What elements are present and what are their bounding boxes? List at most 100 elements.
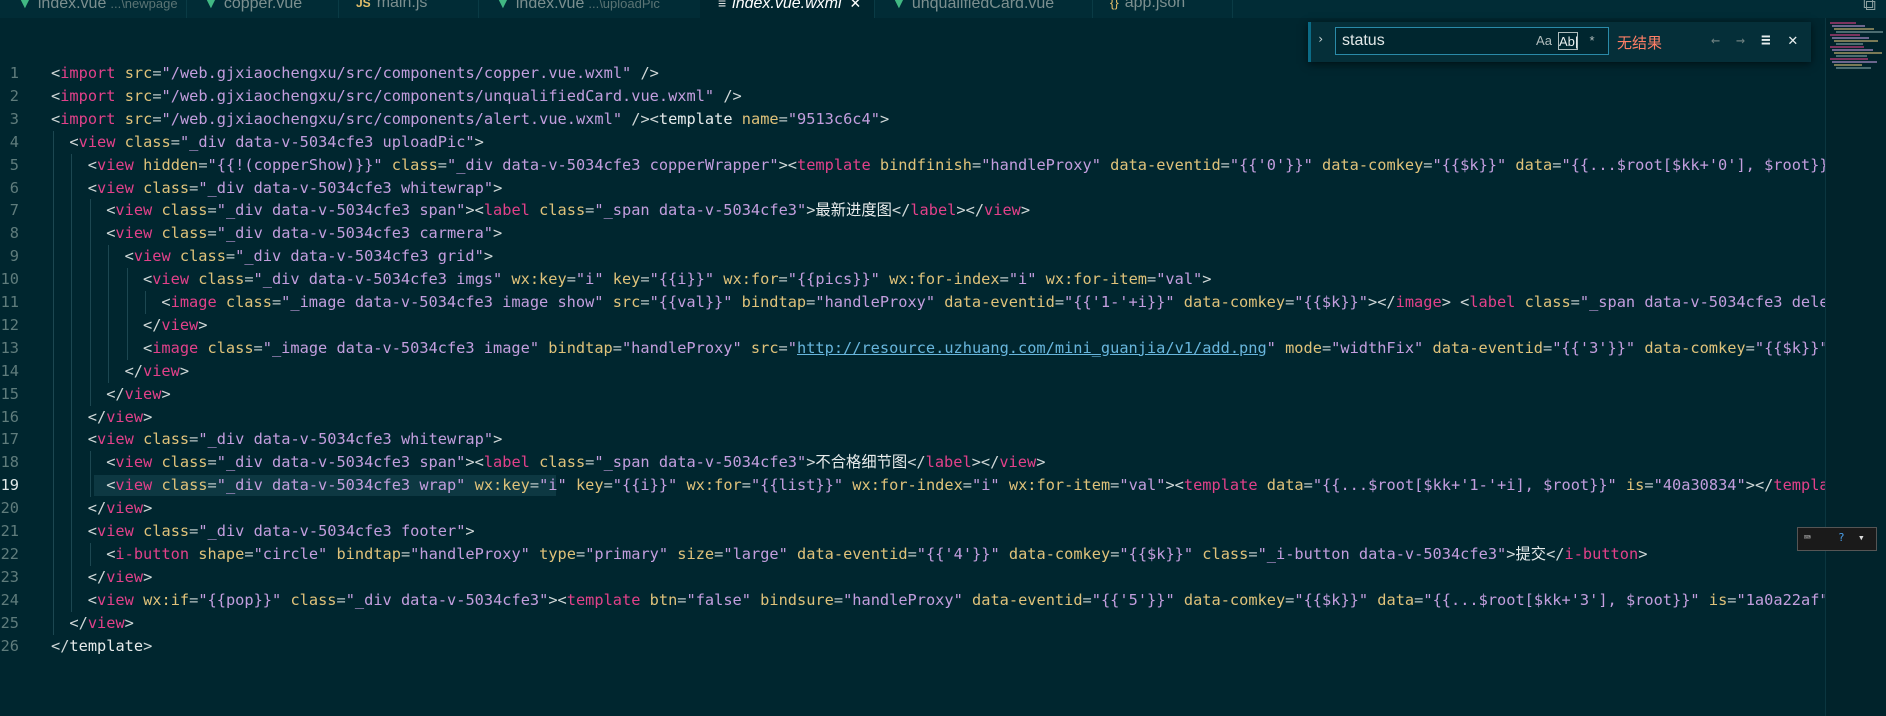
code-line[interactable]: 21 <view class="_div data-v-5034cfe3 foot… <box>0 520 1825 543</box>
code-token: data-eventid <box>962 590 1083 609</box>
code-text: <view class="_div data-v-5034cfe3 carmer… <box>106 222 502 245</box>
code-token: = <box>400 544 411 563</box>
indent-guide <box>71 565 73 589</box>
minimap[interactable] <box>1825 18 1886 716</box>
code-token: data-eventid <box>1423 338 1544 357</box>
code-token: i-button <box>1564 544 1639 563</box>
code-token: class <box>152 476 208 495</box>
code-token: = <box>271 293 282 311</box>
code-line[interactable]: 16 </view> <box>0 405 1825 429</box>
tab-0[interactable]: ▼ index.vue ...\newpage <box>0 0 187 18</box>
code-token: class <box>198 338 254 357</box>
code-token: "_div data-v-5034cfe3 span" <box>216 453 466 472</box>
code-token: = <box>1146 270 1157 289</box>
code-line[interactable]: 24 <view wx:if="{{pop}}" class="_div data… <box>0 588 1825 612</box>
code-line[interactable]: 20 </view> <box>0 497 1825 521</box>
code-line[interactable]: 8 <view class="_div data-v-5034cfe3 carme… <box>0 222 1825 246</box>
code-line[interactable]: 25 </view> <box>0 611 1825 635</box>
tab-4[interactable]: ≡ index.vue.wxml ✕ <box>700 0 875 18</box>
code-text: <view class="_div data-v-5034cfe3 footer… <box>88 520 475 543</box>
menu-arrow-icon[interactable]: ▾ <box>1858 531 1865 544</box>
code-token: = <box>198 155 208 174</box>
minimap-line <box>1832 25 1865 27</box>
code-line[interactable]: 18 <view class="_div data-v-5034cfe3 span… <box>0 451 1825 475</box>
code-token: template <box>796 155 871 174</box>
tab-6[interactable]: {} app.json <box>1092 0 1233 18</box>
code-token: = <box>677 590 687 609</box>
code-line[interactable]: 14 </view> <box>0 359 1825 383</box>
code-token: "/web.gjxiaochengxu/src/components/alert… <box>161 109 623 128</box>
line-number: 16 <box>0 407 19 426</box>
code-line[interactable]: 1 <import src="/web.gjxiaochengxu/src/com… <box>0 62 1825 85</box>
floating-ime-toolbar[interactable]: ⌨ ? ▾ <box>1797 527 1877 551</box>
tab-5[interactable]: ▼ unqualifiedCard.vue <box>874 0 1093 18</box>
code-line[interactable]: 26 </template> <box>0 635 1825 658</box>
code-token: view <box>106 407 144 426</box>
code-text: <import src="/web.gjxiaochengxu/src/comp… <box>51 62 659 85</box>
code-line[interactable]: 3 <import src="/web.gjxiaochengxu/src/com… <box>0 108 1825 131</box>
code-line[interactable]: 15 </view> <box>0 382 1825 406</box>
line-number: 17 <box>0 430 19 449</box>
code-token: = <box>207 201 217 220</box>
next-match-icon[interactable]: → <box>1736 31 1745 49</box>
indent-guide <box>53 359 54 383</box>
code-token[interactable]: http://resource.uzhuang.com/mini_guanjia… <box>797 339 1267 357</box>
code-token: class <box>281 590 337 609</box>
regex-toggle[interactable]: * <box>1582 32 1602 50</box>
find-in-selection-icon[interactable]: ≡ <box>1761 30 1771 49</box>
code-token: = <box>1727 590 1737 609</box>
toggle-replace-icon[interactable]: › <box>1317 32 1324 46</box>
indent-guide <box>53 451 54 475</box>
close-tab-icon[interactable]: ✕ <box>850 0 862 11</box>
code-token: "_div data-v-5034cfe3 carmera" <box>216 224 494 243</box>
code-line[interactable]: 13 <image class="_image data-v-5034cfe3 i… <box>0 336 1825 360</box>
code-token: "{{pop}}" <box>198 590 282 609</box>
code-line[interactable]: 22 <i-button shape="circle" bindtap="hand… <box>0 542 1825 566</box>
code-line[interactable]: 11 <image class="_image data-v-5034cfe3 i… <box>0 291 1825 314</box>
tab-label: index.vue.wxml <box>732 0 842 12</box>
code-token: "i" <box>972 476 1000 495</box>
match-case-toggle[interactable]: Aa <box>1534 32 1554 50</box>
code-token: </ <box>891 201 911 220</box>
code-line[interactable]: 10 <view class="_div data-v-5034cfe3 imgs… <box>0 268 1825 292</box>
code-token: = <box>152 109 162 128</box>
tab-1[interactable]: ▼ copper.vue <box>186 0 339 18</box>
indent-guide <box>71 176 73 200</box>
code-token: < <box>87 155 98 174</box>
whole-word-toggle[interactable]: Ab| <box>1558 32 1578 50</box>
code-token: class <box>152 201 208 220</box>
code-token: import <box>60 64 116 82</box>
previous-match-icon[interactable]: ← <box>1711 31 1720 49</box>
code-token: data-comkey <box>1635 338 1746 357</box>
close-find-icon[interactable]: ✕ <box>1788 30 1798 49</box>
code-line[interactable]: 9 <view class="_div data-v-5034cfe3 grid"… <box>0 245 1825 269</box>
code-line[interactable]: 19 <view class="_div data-v-5034cfe3 wrap… <box>0 474 1825 498</box>
code-line[interactable]: 7 <view class="_div data-v-5034cfe3 span"… <box>0 199 1825 223</box>
code-line[interactable]: 2 <import src="/web.gjxiaochengxu/src/com… <box>0 85 1825 108</box>
indent-guide <box>53 153 54 177</box>
code-token: "_span data-v-5034cfe3" <box>594 201 807 220</box>
code-line[interactable]: 23 </view> <box>0 565 1825 589</box>
keyboard-icon[interactable]: ⌨ <box>1804 531 1811 544</box>
code-line[interactable]: 17 <view class="_div data-v-5034cfe3 whit… <box>0 428 1825 452</box>
help-icon[interactable]: ? <box>1838 531 1845 544</box>
code-token: "circle" <box>253 544 328 563</box>
code-line[interactable]: 4 <view class="_div data-v-5034cfe3 uploa… <box>0 130 1825 154</box>
code-line[interactable]: 12 </view> <box>0 313 1825 337</box>
code-token: view <box>984 201 1021 220</box>
code-token: "_div data-v-5034cfe3 whitewrap" <box>198 430 494 449</box>
code-token: class <box>115 132 171 151</box>
find-input[interactable] <box>1340 30 1534 52</box>
line-number: 7 <box>9 201 19 220</box>
split-editor-icon[interactable]: ⧉ <box>1863 0 1876 15</box>
code-token: wx:for-index <box>879 270 1000 289</box>
code-text: </view> <box>88 566 152 589</box>
code-line[interactable]: 5 <view hidden="{{!(copperShow)}}" class=… <box>0 153 1825 177</box>
tab-3[interactable]: ▼ index.vue ...\uploadPic <box>478 0 701 18</box>
code-line[interactable]: 6 <view class="_div data-v-5034cfe3 white… <box>0 176 1825 200</box>
indent-guide <box>71 222 73 246</box>
tab-2[interactable]: JS main.js <box>338 0 479 18</box>
code-token: = <box>1054 293 1065 311</box>
minimap-line <box>1834 52 1882 54</box>
code-token: label <box>925 453 972 472</box>
